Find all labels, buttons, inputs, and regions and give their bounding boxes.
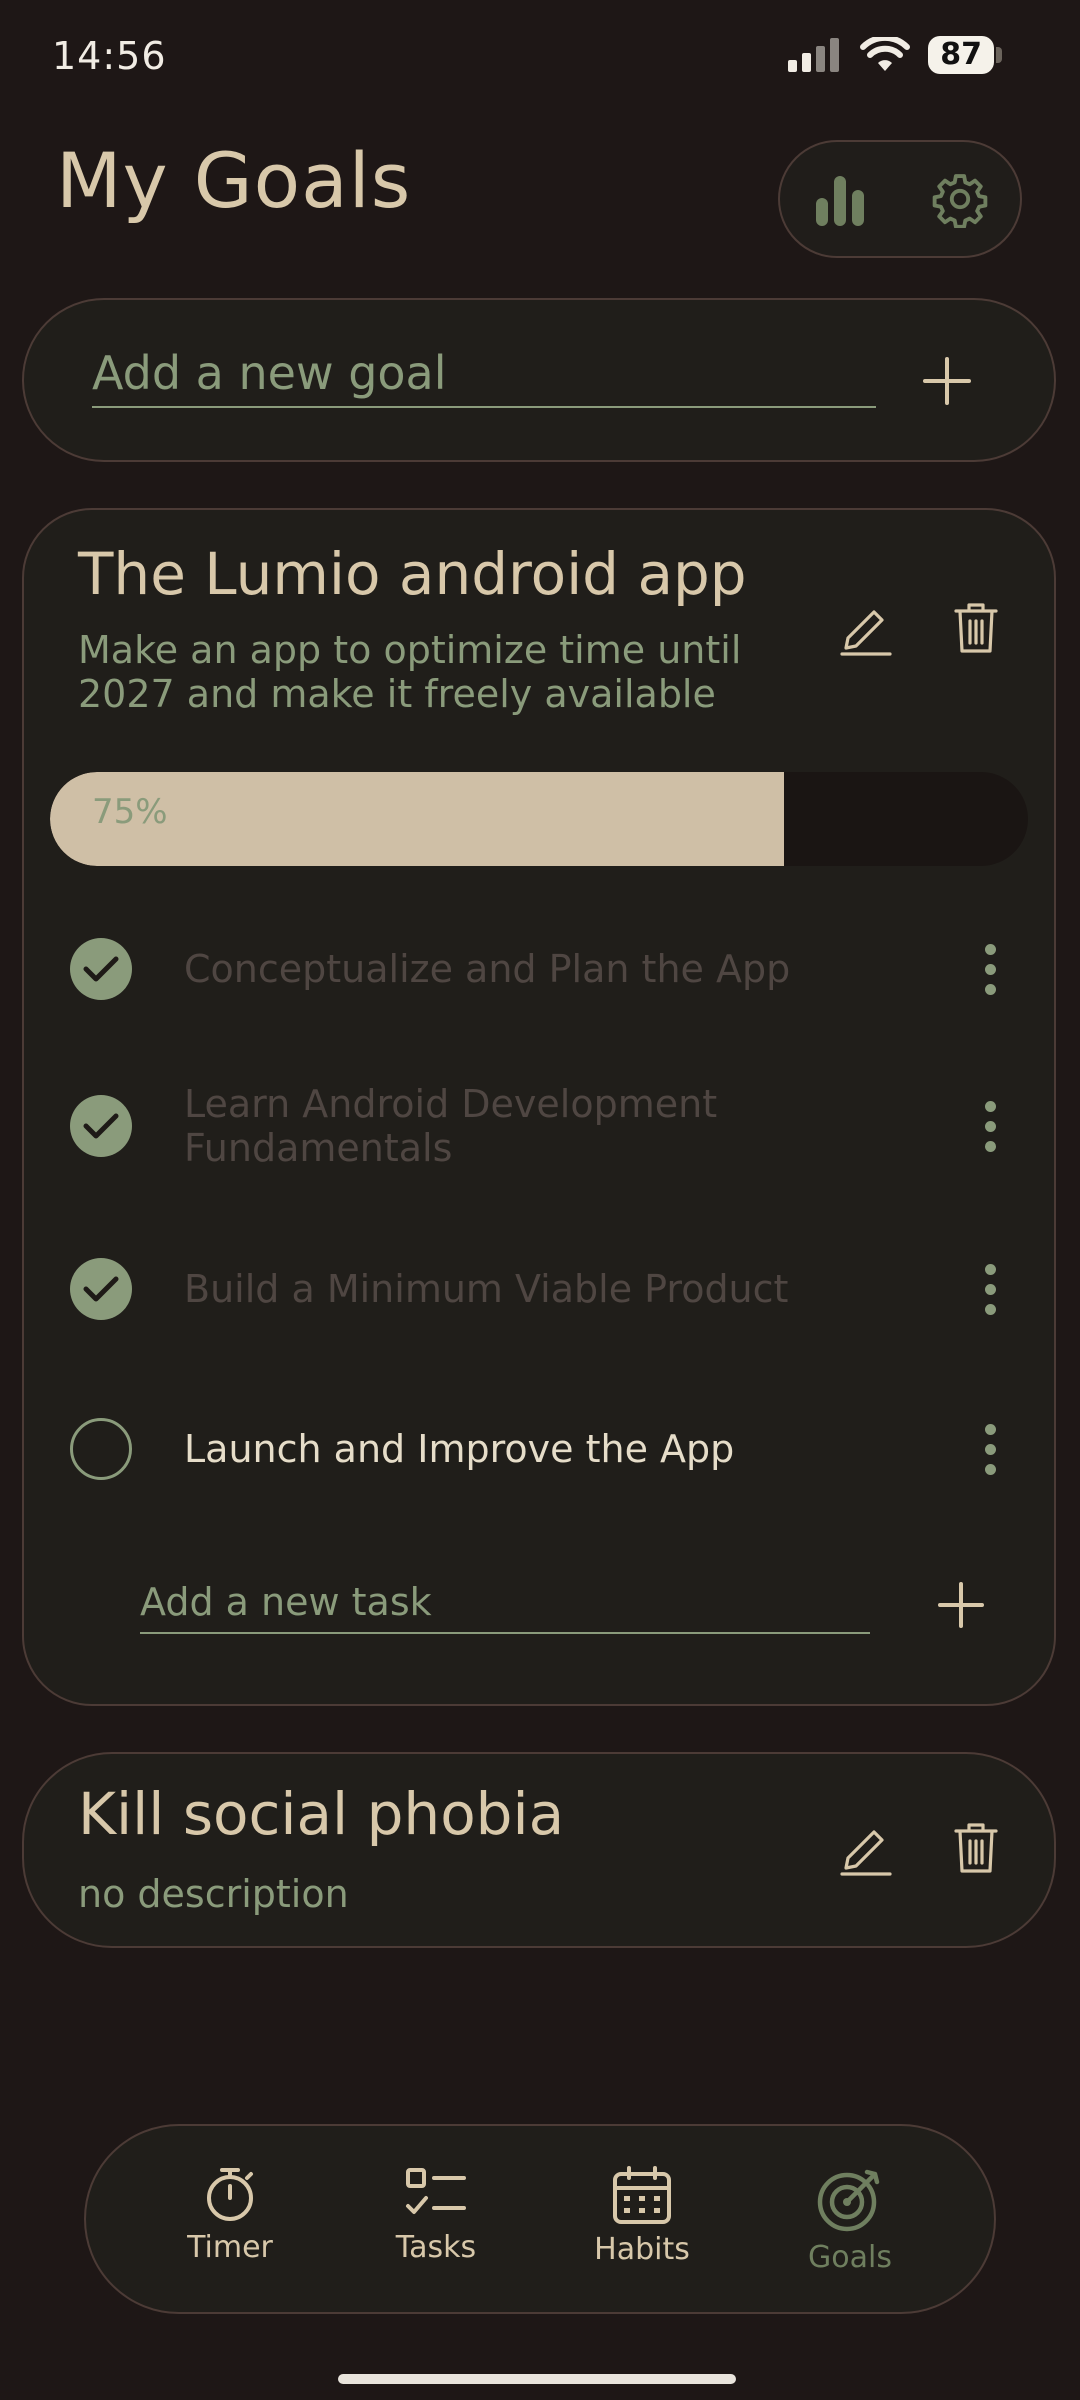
goal-description: Make an app to optimize time until 2027 … [78,628,742,716]
goal-title: The Lumio android app [78,540,747,608]
wifi-icon [860,37,911,71]
battery-indicator: 87 [928,36,1002,74]
goal-description: no description [78,1872,349,1916]
task-checkbox[interactable] [70,1418,132,1480]
task-label: Build a Minimum Viable Product [184,1267,789,1311]
task-checkbox[interactable] [70,1095,132,1157]
task-checkbox[interactable] [70,1258,132,1320]
task-menu-button[interactable] [970,943,1010,995]
add-goal-button[interactable] [912,346,982,416]
progress-label: 75% [92,792,168,832]
new-task-input[interactable] [140,1572,870,1634]
check-icon [83,956,119,982]
task-row: Build a Minimum Viable Product [70,1258,1010,1320]
task-label: Conceptualize and Plan the App [184,947,791,991]
gear-icon [932,174,988,228]
goal-progress-bar [50,772,1028,866]
nav-goals[interactable]: Goals [780,2164,920,2275]
goal-title: Kill social phobia [78,1780,565,1848]
bar-chart-icon [816,176,864,226]
battery-level: 87 [928,36,994,74]
delete-goal-button[interactable] [940,1812,1012,1884]
plus-icon [923,357,971,405]
task-checkbox[interactable] [70,938,132,1000]
task-row: Learn Android Development Fundamentals [70,1082,1010,1170]
page-title: My Goals [56,136,412,225]
check-icon [83,1276,119,1302]
task-row: Launch and Improve the App [70,1418,1010,1480]
edit-goal-button[interactable] [830,1812,902,1884]
nav-habits[interactable]: Habits [572,2164,712,2267]
delete-goal-button[interactable] [940,592,1012,664]
trash-icon [954,603,998,653]
signal-icon [788,38,840,72]
trash-icon [954,1823,998,1873]
settings-button[interactable] [920,159,1000,239]
nav-tasks[interactable]: Tasks [366,2164,506,2265]
home-indicator [338,2374,736,2384]
pencil-icon [840,1830,892,1876]
nav-label: Goals [808,2240,892,2275]
target-icon [817,2169,880,2232]
status-icons: 87 [788,36,1002,74]
nav-label: Habits [594,2232,690,2267]
calendar-icon [613,2166,671,2224]
add-task-button[interactable] [928,1572,994,1638]
nav-label: Timer [187,2230,273,2265]
new-goal-input[interactable] [92,340,876,408]
task-label: Launch and Improve the App [184,1427,735,1471]
nav-timer[interactable]: Timer [160,2164,300,2265]
stats-button[interactable] [800,159,880,239]
checklist-icon [406,2168,466,2214]
plus-icon [938,1582,984,1628]
task-menu-button[interactable] [970,1263,1010,1315]
header-actions [778,140,1022,258]
task-row: Conceptualize and Plan the App [70,938,1010,1000]
task-menu-button[interactable] [970,1423,1010,1475]
task-menu-button[interactable] [970,1100,1010,1152]
task-label: Learn Android Development Fundamentals [184,1082,718,1170]
pencil-icon [840,610,892,656]
edit-goal-button[interactable] [830,592,902,664]
nav-label: Tasks [395,2230,477,2265]
check-icon [83,1113,119,1139]
status-time: 14:56 [52,34,167,78]
stopwatch-icon [207,2168,253,2221]
